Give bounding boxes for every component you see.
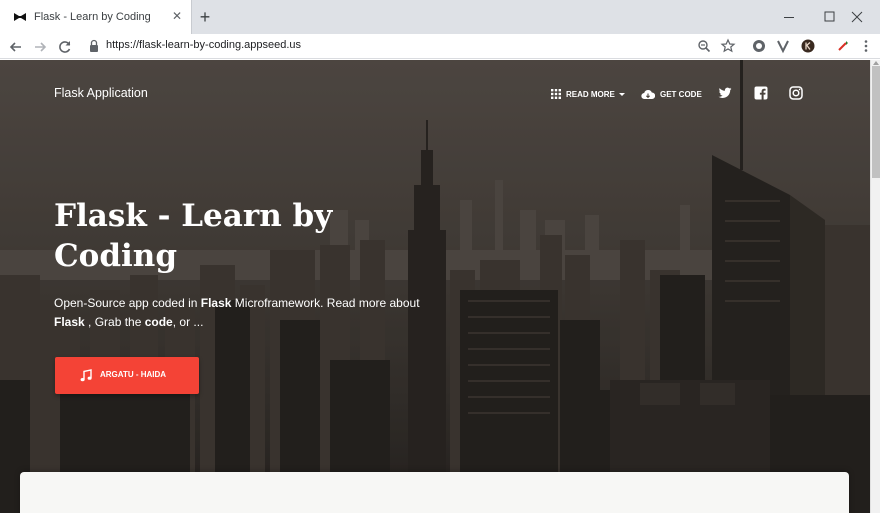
navbar-brand[interactable]: Flask Application (54, 86, 148, 100)
browser-toolbar: https://flask-learn-by-coding.appseed.us (0, 34, 880, 59)
hero-title: Flask - Learn by Coding (54, 198, 333, 274)
tab-close-icon[interactable]: ✕ (170, 9, 184, 23)
hero-desc-text: , or ... (172, 315, 204, 329)
tab-title: Flask - Learn by Coding (34, 11, 151, 23)
code-link[interactable]: code (145, 315, 173, 329)
extension-k-icon[interactable] (800, 38, 816, 54)
twitter-icon[interactable] (718, 86, 732, 100)
caret-down-icon (618, 92, 625, 96)
hero-description: Open-Source app coded in Flask Microfram… (54, 294, 434, 332)
nav-get-code-label: GET CODE (660, 89, 702, 99)
hero-desc-text: Microframework. Read more about (231, 296, 420, 310)
nav-read-more-link[interactable]: READ MORE (551, 87, 625, 101)
back-arrow-icon[interactable] (6, 37, 26, 57)
lock-icon[interactable] (89, 39, 99, 53)
hero-overlay (0, 60, 870, 513)
nav-read-more-label: READ MORE (566, 89, 615, 99)
instagram-icon[interactable] (789, 86, 803, 100)
music-play-button[interactable]: ARGATU - HAIDA (55, 357, 199, 394)
grid-apps-icon (551, 89, 561, 99)
new-tab-button[interactable]: + (196, 8, 214, 26)
address-bar-url[interactable]: https://flask-learn-by-coding.appseed.us (106, 39, 301, 51)
hero-desc-text: Open-Source app coded in (54, 296, 201, 310)
extension-pin-icon[interactable] (835, 38, 851, 54)
cta-label: ARGATU - HAIDA (100, 370, 167, 379)
browser-titlebar: Flask - Learn by Coding ✕ + (0, 0, 880, 34)
browser-tab[interactable]: Flask - Learn by Coding ✕ (0, 0, 192, 34)
close-window-icon[interactable] (834, 0, 880, 34)
bookmark-star-icon[interactable] (720, 38, 736, 54)
scroll-up-arrow-icon[interactable] (873, 61, 879, 65)
reload-icon[interactable] (55, 37, 75, 57)
music-note-icon (80, 369, 92, 382)
content-card (20, 472, 849, 513)
zoom-icon[interactable] (696, 38, 712, 54)
extension-v-icon[interactable] (775, 38, 791, 54)
browser-menu-icon[interactable] (858, 38, 874, 54)
hero-section: Flask Application READ MORE GET CODE Fla… (0, 60, 870, 513)
cloud-download-icon (641, 89, 655, 99)
page-scrollbar[interactable] (870, 60, 880, 513)
bowtie-favicon-icon (14, 13, 26, 21)
nav-get-code-link[interactable]: GET CODE (641, 87, 702, 101)
page-viewport: Flask Application READ MORE GET CODE Fla… (0, 60, 870, 513)
flask-link[interactable]: Flask (201, 296, 232, 310)
flask-docs-link[interactable]: Flask (54, 315, 85, 329)
forward-arrow-icon[interactable] (30, 37, 50, 57)
extension-c-icon[interactable] (751, 38, 767, 54)
facebook-icon[interactable] (754, 86, 768, 100)
scrollbar-thumb[interactable] (872, 66, 880, 178)
hero-desc-text: , Grab the (84, 315, 145, 329)
